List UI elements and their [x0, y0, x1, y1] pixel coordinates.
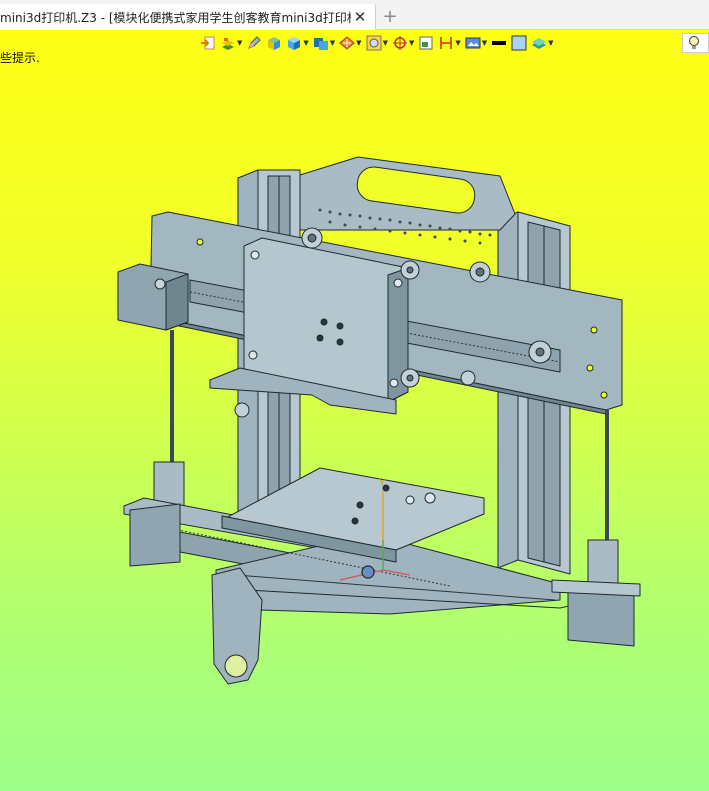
x-axis-motor — [117, 263, 189, 331]
3d-viewport[interactable]: 些提示. ▼ ▼ ▼ ▼ ▼ ▼ ▼ ▼ ▼ Y — [0, 30, 709, 791]
document-tab-bar: mini3d打印机.Z3 - [模块化便携式家用学生创客教育mini3d打印机]… — [0, 0, 709, 30]
right-z-motor — [551, 579, 641, 647]
document-tab[interactable]: mini3d打印机.Z3 - [模块化便携式家用学生创客教育mini3d打印机]… — [0, 4, 376, 30]
left-z-motor — [129, 503, 181, 567]
document-tab-title: mini3d打印机.Z3 - [模块化便携式家用学生创客教育mini3d打印机] — [0, 10, 351, 25]
close-tab-icon[interactable]: ✕ — [351, 8, 369, 26]
new-tab-button[interactable]: + — [380, 6, 400, 27]
top-handle-plate — [299, 156, 516, 245]
axis-label-y: Y — [378, 478, 386, 489]
printer-3d-model[interactable]: Y — [0, 30, 709, 791]
